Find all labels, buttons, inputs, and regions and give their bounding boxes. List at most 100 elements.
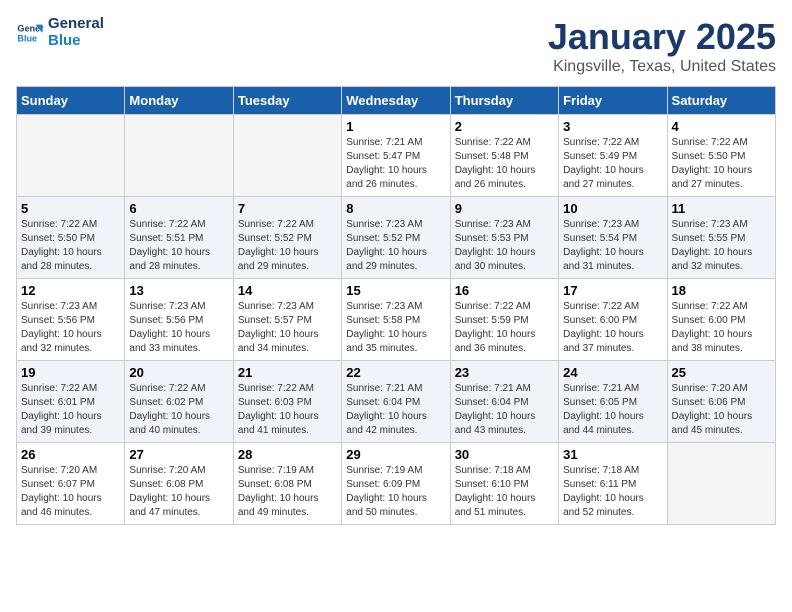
- day-cell: 3Sunrise: 7:22 AMSunset: 5:49 PMDaylight…: [559, 115, 667, 197]
- day-cell: 17Sunrise: 7:22 AMSunset: 6:00 PMDayligh…: [559, 279, 667, 361]
- weekday-header: Saturday: [667, 87, 775, 115]
- day-number: 8: [346, 201, 445, 216]
- day-cell: 5 Sunrise: 7:22 AMSunset: 5:50 PMDaylight…: [17, 197, 125, 279]
- day-cell: 18 Sunrise: 7:22 AMSunset: 6:00 PMDayligh…: [667, 279, 775, 361]
- day-info: Sunrise: 7:23 AMSunset: 5:56 PMDaylight:…: [129, 300, 228, 356]
- day-cell: 14 Sunrise: 7:23 AMSunset: 5:57 PMDayligh…: [233, 279, 341, 361]
- day-info: Sunrise: 7:20 AMSunset: 6:07 PMDaylight:…: [21, 464, 120, 520]
- day-info: Sunrise: 7:22 AMSunset: 5:51 PMDaylight:…: [129, 218, 228, 274]
- weekday-header: Thursday: [450, 87, 558, 115]
- day-info: Sunrise: 7:23 AMSunset: 5:58 PMDaylight:…: [346, 300, 445, 356]
- day-number: 10: [563, 201, 662, 216]
- day-info: Sunrise: 7:19 AMSunset: 6:09 PMDaylight:…: [346, 464, 445, 520]
- day-info: Sunrise: 7:19 AMSunset: 6:08 PMDaylight:…: [238, 464, 337, 520]
- day-info: Sunrise: 7:21 AMSunset: 6:04 PMDaylight:…: [455, 382, 554, 438]
- day-number: 13: [129, 283, 228, 298]
- day-info: Sunrise: 7:21 AMSunset: 5:47 PMDaylight:…: [346, 136, 445, 192]
- day-info: Sunrise: 7:20 AMSunset: 6:06 PMDaylight:…: [672, 382, 771, 438]
- day-cell: 26 Sunrise: 7:20 AMSunset: 6:07 PMDayligh…: [17, 443, 125, 525]
- day-number: 23: [455, 365, 554, 380]
- svg-text:Blue: Blue: [17, 33, 37, 43]
- day-number: 14: [238, 283, 337, 298]
- day-info: Sunrise: 7:20 AMSunset: 6:08 PMDaylight:…: [129, 464, 228, 520]
- day-number: 28: [238, 447, 337, 462]
- day-number: 7: [238, 201, 337, 216]
- day-info: Sunrise: 7:22 AMSunset: 5:59 PMDaylight:…: [455, 300, 554, 356]
- day-cell: 16 Sunrise: 7:22 AMSunset: 5:59 PMDayligh…: [450, 279, 558, 361]
- day-info: Sunrise: 7:23 AMSunset: 5:57 PMDaylight:…: [238, 300, 337, 356]
- day-cell: 12Sunrise: 7:23 AMSunset: 5:56 PMDayligh…: [17, 279, 125, 361]
- day-cell: 22 Sunrise: 7:21 AMSunset: 6:04 PMDayligh…: [342, 361, 450, 443]
- day-cell: 27 Sunrise: 7:20 AMSunset: 6:08 PMDayligh…: [125, 443, 233, 525]
- day-cell: 29Sunrise: 7:19 AMSunset: 6:09 PMDayligh…: [342, 443, 450, 525]
- day-number: 18: [672, 283, 771, 298]
- day-info: Sunrise: 7:23 AMSunset: 5:52 PMDaylight:…: [346, 218, 445, 274]
- logo-general: General: [48, 16, 104, 33]
- day-number: 2: [455, 119, 554, 134]
- day-info: Sunrise: 7:22 AMSunset: 6:00 PMDaylight:…: [563, 300, 662, 356]
- day-cell: 31 Sunrise: 7:18 AMSunset: 6:11 PMDayligh…: [559, 443, 667, 525]
- day-number: 22: [346, 365, 445, 380]
- page-header: General Blue General Blue January 2025 K…: [16, 16, 776, 76]
- day-number: 9: [455, 201, 554, 216]
- weekday-header: Tuesday: [233, 87, 341, 115]
- day-number: 25: [672, 365, 771, 380]
- day-number: 21: [238, 365, 337, 380]
- calendar-body: 1Sunrise: 7:21 AMSunset: 5:47 PMDaylight…: [17, 115, 776, 525]
- day-number: 31: [563, 447, 662, 462]
- day-info: Sunrise: 7:21 AMSunset: 6:04 PMDaylight:…: [346, 382, 445, 438]
- day-info: Sunrise: 7:21 AMSunset: 6:05 PMDaylight:…: [563, 382, 662, 438]
- day-info: Sunrise: 7:22 AMSunset: 5:50 PMDaylight:…: [672, 136, 771, 192]
- day-info: Sunrise: 7:22 AMSunset: 5:50 PMDaylight:…: [21, 218, 120, 274]
- title-section: January 2025 Kingsville, Texas, United S…: [548, 16, 776, 76]
- day-info: Sunrise: 7:22 AMSunset: 6:00 PMDaylight:…: [672, 300, 771, 356]
- logo: General Blue General Blue: [16, 16, 104, 49]
- calendar-week-row: 26 Sunrise: 7:20 AMSunset: 6:07 PMDayligh…: [17, 443, 776, 525]
- day-cell: [125, 115, 233, 197]
- day-cell: 20 Sunrise: 7:22 AMSunset: 6:02 PMDayligh…: [125, 361, 233, 443]
- day-number: 15: [346, 283, 445, 298]
- day-number: 5: [21, 201, 120, 216]
- day-info: Sunrise: 7:23 AMSunset: 5:55 PMDaylight:…: [672, 218, 771, 274]
- day-cell: 21 Sunrise: 7:22 AMSunset: 6:03 PMDayligh…: [233, 361, 341, 443]
- day-info: Sunrise: 7:23 AMSunset: 5:53 PMDaylight:…: [455, 218, 554, 274]
- day-info: Sunrise: 7:22 AMSunset: 6:02 PMDaylight:…: [129, 382, 228, 438]
- calendar-week-row: 5 Sunrise: 7:22 AMSunset: 5:50 PMDaylight…: [17, 197, 776, 279]
- day-cell: 8 Sunrise: 7:23 AMSunset: 5:52 PMDaylight…: [342, 197, 450, 279]
- day-number: 6: [129, 201, 228, 216]
- day-cell: 23 Sunrise: 7:21 AMSunset: 6:04 PMDayligh…: [450, 361, 558, 443]
- day-number: 20: [129, 365, 228, 380]
- day-number: 26: [21, 447, 120, 462]
- weekday-header: Monday: [125, 87, 233, 115]
- day-cell: 11 Sunrise: 7:23 AMSunset: 5:55 PMDayligh…: [667, 197, 775, 279]
- calendar-week-row: 19Sunrise: 7:22 AMSunset: 6:01 PMDayligh…: [17, 361, 776, 443]
- day-cell: 9 Sunrise: 7:23 AMSunset: 5:53 PMDaylight…: [450, 197, 558, 279]
- day-cell: 28 Sunrise: 7:19 AMSunset: 6:08 PMDayligh…: [233, 443, 341, 525]
- day-cell: 24 Sunrise: 7:21 AMSunset: 6:05 PMDayligh…: [559, 361, 667, 443]
- day-cell: [17, 115, 125, 197]
- day-number: 3: [563, 119, 662, 134]
- day-cell: 19Sunrise: 7:22 AMSunset: 6:01 PMDayligh…: [17, 361, 125, 443]
- day-info: Sunrise: 7:22 AMSunset: 5:52 PMDaylight:…: [238, 218, 337, 274]
- day-number: 24: [563, 365, 662, 380]
- day-cell: 7 Sunrise: 7:22 AMSunset: 5:52 PMDaylight…: [233, 197, 341, 279]
- calendar-header-row: SundayMondayTuesdayWednesdayThursdayFrid…: [17, 87, 776, 115]
- day-number: 19: [21, 365, 120, 380]
- weekday-header: Wednesday: [342, 87, 450, 115]
- day-info: Sunrise: 7:18 AMSunset: 6:11 PMDaylight:…: [563, 464, 662, 520]
- day-cell: [233, 115, 341, 197]
- day-cell: 30Sunrise: 7:18 AMSunset: 6:10 PMDayligh…: [450, 443, 558, 525]
- day-cell: 6 Sunrise: 7:22 AMSunset: 5:51 PMDaylight…: [125, 197, 233, 279]
- day-cell: 25 Sunrise: 7:20 AMSunset: 6:06 PMDayligh…: [667, 361, 775, 443]
- day-number: 11: [672, 201, 771, 216]
- day-cell: 1Sunrise: 7:21 AMSunset: 5:47 PMDaylight…: [342, 115, 450, 197]
- calendar-subtitle: Kingsville, Texas, United States: [548, 58, 776, 76]
- day-info: Sunrise: 7:22 AMSunset: 5:48 PMDaylight:…: [455, 136, 554, 192]
- day-number: 16: [455, 283, 554, 298]
- weekday-header: Sunday: [17, 87, 125, 115]
- calendar-week-row: 12 Sunrise: 7:23 AMSunset: 5:56 PMDayligh…: [17, 279, 776, 361]
- day-number: 12: [21, 283, 120, 298]
- day-info: Sunrise: 7:22 AMSunset: 6:03 PMDaylight:…: [238, 382, 337, 438]
- day-number: 27: [129, 447, 228, 462]
- day-cell: 13 Sunrise: 7:23 AMSunset: 5:56 PMDayligh…: [125, 279, 233, 361]
